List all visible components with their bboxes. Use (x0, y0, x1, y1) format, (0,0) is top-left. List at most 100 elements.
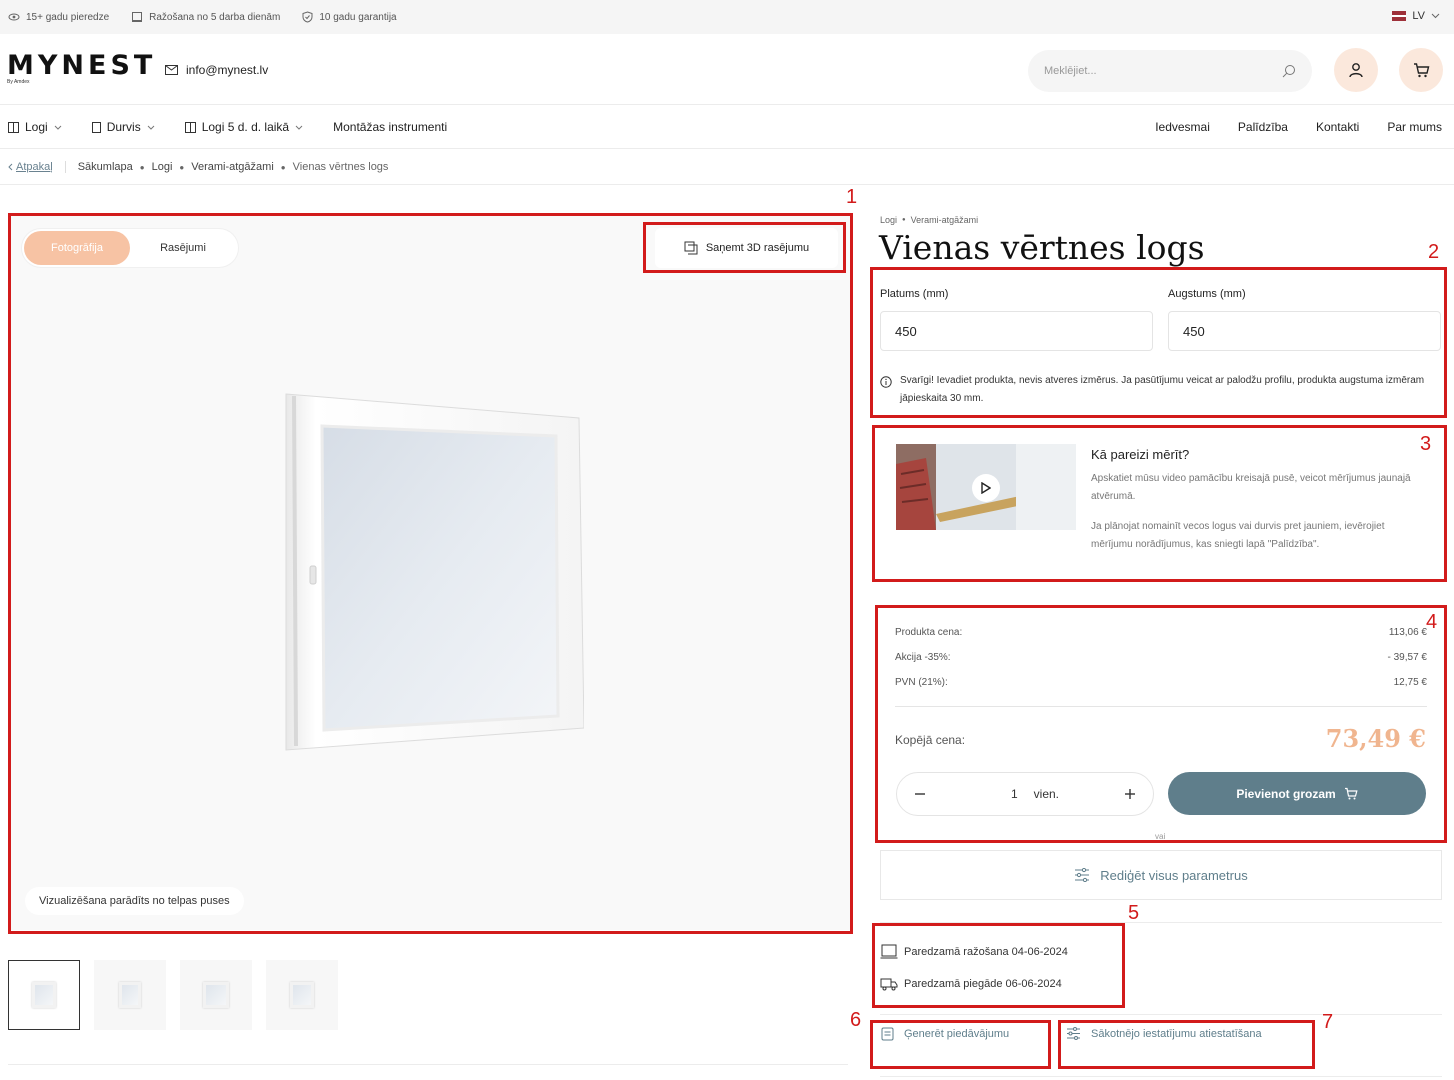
breadcrumb-item[interactable]: Logi (152, 161, 173, 173)
thumbnail[interactable] (180, 960, 252, 1030)
thumbnail[interactable] (94, 960, 166, 1030)
breadcrumb-item[interactable]: Verami-atgāžami (191, 161, 274, 173)
sliders-icon (1075, 868, 1090, 882)
note-text: Svarīgi! Ievadiet produkta, nevis atvere… (900, 375, 1425, 404)
search-icon[interactable] (1282, 64, 1296, 78)
cart-button[interactable] (1399, 48, 1443, 92)
logo-subtitle: By Amdex (7, 79, 30, 85)
search-input[interactable] (1044, 65, 1264, 77)
breadcrumb: Atpakaļ Sākumlapa ● Logi ● Verami-atgāža… (8, 161, 388, 173)
nav-item-fast-windows[interactable]: Logi 5 d. d. laikā (184, 120, 303, 134)
feature-production: Ražošana no 5 darba dienām (131, 11, 280, 23)
add-to-cart-button[interactable]: Pievienot grozam (1168, 772, 1426, 815)
or-separator: vai (1155, 832, 1166, 841)
category-link[interactable]: Verami-atgāžami (911, 215, 979, 225)
breadcrumb-separator: ● (902, 217, 906, 223)
price-value: 113,06 € (1388, 627, 1427, 638)
nav-item-help[interactable]: Palīdzība (1238, 120, 1288, 134)
price-divider (895, 706, 1427, 707)
language-selector[interactable]: LV (1392, 10, 1440, 22)
account-button[interactable] (1334, 48, 1378, 92)
latvia-flag-icon (1392, 11, 1407, 21)
price-row: PVN (21%): 12,75 € (895, 677, 1427, 688)
thumbnail[interactable] (266, 960, 338, 1030)
info-icon (880, 376, 892, 388)
nav-divider (0, 148, 1454, 149)
cart-icon (1344, 787, 1358, 800)
feature-label: 15+ gadu pieredze (26, 11, 110, 23)
production-date: Paredzamā ražošana 04-06-2024 (880, 944, 1068, 960)
annotation-number: 3 (1420, 433, 1432, 455)
nav-item-windows[interactable]: Logi (8, 120, 62, 134)
height-label: Augstums (mm) (1168, 288, 1246, 300)
truck-icon (880, 978, 898, 991)
button-label: Ģenerēt piedāvājumu (904, 1028, 1010, 1040)
minus-icon[interactable] (913, 787, 927, 801)
section-divider (880, 1076, 1442, 1077)
window-icon (8, 121, 19, 133)
nav-item-doors[interactable]: Durvis (91, 120, 155, 134)
production-text: Paredzamā ražošana 04-06-2024 (904, 946, 1068, 958)
width-input[interactable] (880, 311, 1153, 351)
search-bar[interactable] (1028, 50, 1312, 92)
category-link[interactable]: Logi (880, 215, 897, 225)
cart-icon (1413, 63, 1429, 78)
door-icon (91, 121, 101, 133)
email-link[interactable]: info@mynest.lv (165, 63, 268, 77)
breadcrumb-separator: ● (280, 162, 286, 172)
nav-item-inspiration[interactable]: Iedvesmai (1155, 120, 1210, 134)
delivery-date: Paredzamā piegāde 06-06-2024 (880, 977, 1062, 991)
factory-icon (880, 944, 898, 959)
quantity-value[interactable]: 1 (1011, 787, 1018, 801)
sliders-icon (1067, 1027, 1080, 1040)
secondary-nav: Iedvesmai Palīdzība Kontakti Par mums (1155, 120, 1442, 134)
annotation-number: 5 (1128, 902, 1140, 924)
annotation-box (872, 923, 1125, 1008)
nav-label: Logi 5 d. d. laikā (201, 120, 290, 134)
back-label: Atpakaļ (16, 161, 53, 173)
thumbnail[interactable] (8, 960, 80, 1030)
total-price-label: Kopējā cena: (895, 733, 966, 747)
feature-warranty: 10 gadu garantija (302, 11, 397, 23)
edit-all-parameters-button[interactable]: Rediģēt visus parametrus (880, 850, 1442, 900)
feature-label: Ražošana no 5 darba dienām (149, 11, 281, 23)
product-title: Vienas vērtnes logs (879, 228, 1205, 267)
reset-settings-button[interactable]: Sākotnējo iestatījumu atiestatīšana (1066, 1027, 1262, 1040)
email-text: info@mynest.lv (186, 63, 269, 77)
main-nav: Logi Durvis Logi 5 d. d. laikā Montāžas … (8, 120, 477, 134)
window-product-image (285, 393, 584, 751)
get-3d-drawing-button[interactable]: Saņemt 3D rasējumu (655, 228, 838, 268)
plus-icon[interactable] (1123, 787, 1137, 801)
chevron-down-icon (1431, 13, 1440, 19)
tab-photo[interactable]: Fotogrāfija (24, 231, 130, 265)
quantity-unit: vien. (1033, 787, 1060, 801)
back-link[interactable]: Atpakaļ (8, 161, 66, 173)
tab-drawings[interactable]: Rasējumi (130, 231, 236, 265)
nav-item-contacts[interactable]: Kontakti (1316, 120, 1359, 134)
price-value: 12,75 € (1393, 677, 1427, 688)
annotation-number: 4 (1426, 611, 1438, 633)
site-logo[interactable]: MYNEST (7, 50, 156, 81)
nav-item-about[interactable]: Par mums (1387, 120, 1442, 134)
generate-offer-button[interactable]: Ģenerēt piedāvājumu (881, 1027, 1009, 1041)
thumbnail-image (119, 982, 141, 1008)
top-info-bar: 15+ gadu pieredze Ražošana no 5 darba di… (0, 0, 1454, 34)
price-label: Produkta cena: (895, 627, 963, 638)
gallery-view-toggle: Fotogrāfija Rasējumi (22, 229, 238, 267)
annotation-number: 1 (846, 186, 858, 208)
height-input[interactable] (1168, 311, 1441, 351)
nav-item-tools[interactable]: Montāžas instrumenti (333, 120, 447, 134)
nav-label: Logi (25, 120, 48, 134)
annotation-number: 2 (1428, 241, 1440, 263)
delivery-text: Paredzamā piegāde 06-06-2024 (904, 978, 1062, 990)
feature-label: 10 gadu garantija (319, 11, 397, 23)
breadcrumb-divider (0, 184, 1454, 185)
thumbnail-image (203, 982, 229, 1008)
play-button[interactable] (972, 474, 1000, 502)
button-label: Sākotnējo iestatījumu atiestatīšana (1091, 1027, 1262, 1040)
visualization-note: Vizualizēšana parādīts no telpas puses (25, 887, 244, 915)
button-label: Saņemt 3D rasējumu (705, 242, 810, 254)
chevron-down-icon (295, 125, 303, 130)
breadcrumb-item[interactable]: Sākumlapa (78, 161, 133, 173)
quantity-stepper: 1 vien. (896, 772, 1154, 816)
